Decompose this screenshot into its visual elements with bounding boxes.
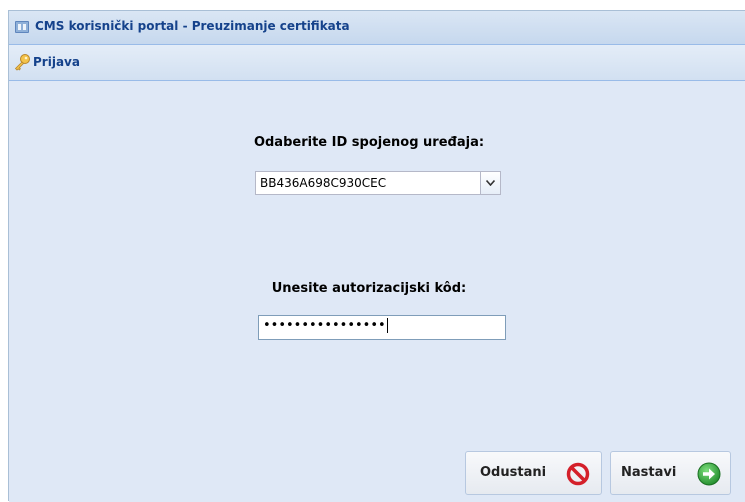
key-icon	[14, 54, 30, 71]
cancel-button[interactable]: Odustani	[465, 451, 602, 495]
window-icon	[15, 21, 29, 33]
login-form: Odaberite ID spojenog uređaja: BB436A698…	[9, 81, 745, 502]
device-id-label: Odaberite ID spojenog uređaja:	[253, 135, 485, 150]
panel-header: Prijava	[9, 45, 745, 81]
cancel-button-label: Odustani	[480, 465, 547, 480]
dropdown-trigger[interactable]	[480, 172, 500, 194]
title-bar: CMS korisnički portal - Preuzimanje cert…	[9, 11, 745, 45]
chevron-down-icon	[486, 180, 495, 186]
window-title: CMS korisnički portal - Preuzimanje cert…	[35, 19, 350, 33]
next-button-label: Nastavi	[621, 465, 677, 480]
device-id-value: BB436A698C930CEC	[260, 176, 387, 190]
window: CMS korisnički portal - Preuzimanje cert…	[8, 10, 745, 502]
next-button[interactable]: Nastavi	[610, 451, 731, 495]
auth-code-label: Unesite autorizacijski kôd:	[271, 281, 467, 296]
device-id-select[interactable]: BB436A698C930CEC	[255, 171, 501, 195]
arrow-right-icon	[697, 462, 721, 486]
text-caret	[386, 318, 388, 333]
panel-title: Prijava	[33, 55, 80, 69]
auth-code-input[interactable]: ••••••••••••••••	[258, 315, 506, 340]
auth-code-value: ••••••••••••••••	[263, 318, 388, 333]
cancel-icon	[566, 462, 590, 486]
